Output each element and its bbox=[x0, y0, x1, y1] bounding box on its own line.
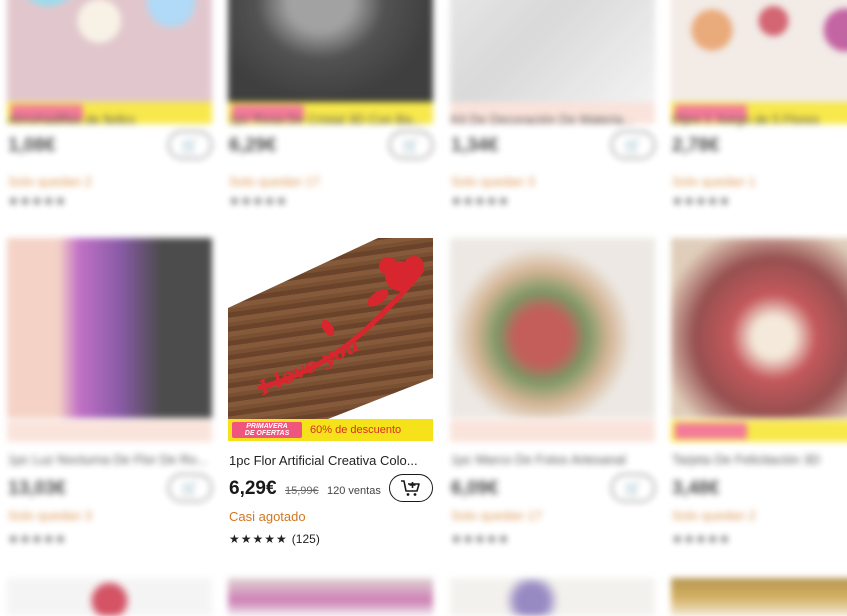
product-price: 13,03€ bbox=[8, 478, 67, 499]
product-price: 6,09€ bbox=[451, 478, 499, 499]
product-image[interactable] bbox=[671, 238, 847, 418]
product-grid: Almohadillas de fieltro 1,08€ 🛒 Solo que… bbox=[0, 0, 847, 616]
rating: ★★★★★ bbox=[451, 194, 510, 208]
product-image-text: I love you bbox=[254, 332, 363, 400]
price-row: 13,03€ 🛒 bbox=[8, 474, 212, 504]
product-image[interactable] bbox=[228, 0, 433, 102]
stock-status: Solo quedan 2 bbox=[8, 174, 92, 189]
stock-status: Casi agotado bbox=[229, 509, 306, 524]
rating: ★★★★★ bbox=[672, 532, 731, 546]
product-card[interactable]: Almohadillas de fieltro 1,08€ 🛒 Solo que… bbox=[7, 0, 212, 212]
promo-banner: PRIMAVERA DE OFERTAS 60% de descuento bbox=[228, 419, 433, 441]
promo-badge: PRIMAVERA DE OFERTAS bbox=[232, 422, 302, 438]
product-card[interactable] bbox=[671, 578, 847, 616]
promo-badge-line1: PRIMAVERA bbox=[246, 423, 288, 430]
stock-status: Solo quedan 17 bbox=[229, 174, 321, 189]
product-photo: I love you bbox=[228, 238, 433, 419]
stock-status: Solo quedan 3 bbox=[8, 508, 92, 523]
product-image[interactable] bbox=[450, 238, 655, 418]
add-to-cart-icon: 🛒 bbox=[181, 479, 199, 496]
price-row: 6,29€ 🛒 bbox=[229, 131, 433, 161]
product-title[interactable]: Dijes 1 Juego de 5 Flores bbox=[672, 112, 847, 127]
product-price: 2,78€ bbox=[672, 135, 720, 156]
rating: ★★★★★ bbox=[229, 194, 288, 208]
rating-stars: ★★★★★ bbox=[229, 532, 288, 546]
discount-label: 60% de descuento bbox=[310, 424, 402, 436]
add-to-cart-icon bbox=[401, 480, 420, 496]
price-row: 6,09€ 🛒 bbox=[451, 474, 655, 504]
add-to-cart-button[interactable]: 🛒 bbox=[611, 131, 655, 159]
product-title[interactable]: Kit De Decoración De Materia... bbox=[451, 112, 655, 127]
product-image[interactable] bbox=[450, 0, 655, 102]
add-to-cart-button[interactable] bbox=[389, 474, 433, 502]
promo-banner bbox=[7, 420, 212, 442]
price-row: 6,29€ 15,99€ 120 ventas bbox=[229, 474, 433, 504]
product-price: 6,29€ bbox=[229, 478, 277, 499]
review-count: (125) bbox=[291, 532, 320, 546]
product-card[interactable] bbox=[228, 578, 433, 616]
rating: ★★★★★ bbox=[8, 194, 67, 208]
add-to-cart-button[interactable]: 🛒 bbox=[389, 131, 433, 159]
product-title[interactable]: Almohadillas de fieltro bbox=[8, 112, 212, 127]
product-card[interactable] bbox=[7, 578, 212, 616]
product-title[interactable]: 1pc Luz Nocturna De Flor De Ro... bbox=[8, 452, 212, 467]
rating-stars: ★★★★★ bbox=[229, 194, 288, 208]
product-title[interactable]: Tarjeta De Felicitación 3D bbox=[672, 452, 847, 467]
product-card[interactable]: 1pc Luz Nocturna De Flor De Ro... 13,03€… bbox=[7, 238, 212, 558]
stock-status: Solo quedan 17 bbox=[451, 508, 543, 523]
product-image[interactable] bbox=[7, 578, 212, 616]
product-card[interactable]: 1pc Marco De Fotos Artesanal 6,09€ 🛒 Sol… bbox=[450, 238, 655, 558]
product-image[interactable] bbox=[7, 0, 212, 102]
price-row: 3,48€ bbox=[672, 474, 847, 504]
product-card[interactable]: Kit De Decoración De Materia... 1,34€ 🛒 … bbox=[450, 0, 655, 212]
product-image[interactable] bbox=[671, 578, 847, 616]
rating: ★★★★★ (125) bbox=[229, 532, 320, 546]
rating: ★★★★★ bbox=[8, 532, 67, 546]
rating: ★★★★★ bbox=[451, 532, 510, 546]
product-title[interactable]: 1pc Rosa De Cristal 3D Con Ba... bbox=[229, 112, 433, 127]
rating-stars: ★★★★★ bbox=[672, 194, 731, 208]
product-card-featured[interactable]: I love you PRIMAVERA DE OFERTAS 60% de d… bbox=[228, 238, 433, 558]
promo-banner bbox=[450, 420, 655, 442]
add-to-cart-icon: 🛒 bbox=[181, 136, 199, 153]
price-row: 2,78€ bbox=[672, 131, 847, 161]
price-row: 1,34€ 🛒 bbox=[451, 131, 655, 161]
add-to-cart-icon: 🛒 bbox=[624, 136, 642, 153]
original-price: 15,99€ bbox=[285, 485, 319, 497]
sold-count: 120 ventas bbox=[327, 485, 381, 497]
rating-stars: ★★★★★ bbox=[8, 194, 67, 208]
product-price: 1,08€ bbox=[8, 135, 56, 156]
product-image[interactable] bbox=[228, 578, 433, 616]
rating-stars: ★★★★★ bbox=[451, 194, 510, 208]
product-image[interactable] bbox=[450, 578, 655, 616]
promo-badge-line2: DE OFERTAS bbox=[244, 430, 290, 437]
product-card[interactable] bbox=[450, 578, 655, 616]
add-to-cart-button[interactable]: 🛒 bbox=[168, 474, 212, 502]
add-to-cart-button[interactable]: 🛒 bbox=[611, 474, 655, 502]
product-title[interactable]: 1pc Flor Artificial Creativa Colo... bbox=[229, 453, 433, 468]
product-card[interactable]: Tarjeta De Felicitación 3D 3,48€ Solo qu… bbox=[671, 238, 847, 558]
promo-badge bbox=[675, 423, 747, 439]
price-row: 1,08€ 🛒 bbox=[8, 131, 212, 161]
promo-banner bbox=[671, 420, 847, 442]
add-to-cart-icon: 🛒 bbox=[402, 136, 420, 153]
product-price: 6,29€ bbox=[229, 135, 277, 156]
stock-status: Solo quedan 2 bbox=[672, 508, 756, 523]
stock-status: Solo quedan 3 bbox=[451, 174, 535, 189]
add-to-cart-button[interactable]: 🛒 bbox=[168, 131, 212, 159]
rating-stars: ★★★★★ bbox=[672, 532, 731, 546]
product-image[interactable] bbox=[7, 238, 212, 418]
product-card[interactable]: Dijes 1 Juego de 5 Flores 2,78€ Solo que… bbox=[671, 0, 847, 212]
product-image[interactable] bbox=[671, 0, 847, 102]
product-card[interactable]: 1pc Rosa De Cristal 3D Con Ba... 6,29€ 🛒… bbox=[228, 0, 433, 212]
product-price: 3,48€ bbox=[672, 478, 720, 499]
rating: ★★★★★ bbox=[672, 194, 731, 208]
product-image[interactable]: I love you bbox=[228, 238, 433, 419]
add-to-cart-icon: 🛒 bbox=[624, 479, 642, 496]
product-title[interactable]: 1pc Marco De Fotos Artesanal bbox=[451, 452, 655, 467]
rating-stars: ★★★★★ bbox=[451, 532, 510, 546]
product-price: 1,34€ bbox=[451, 135, 499, 156]
stock-status: Solo quedan 1 bbox=[672, 174, 756, 189]
rating-stars: ★★★★★ bbox=[8, 532, 67, 546]
